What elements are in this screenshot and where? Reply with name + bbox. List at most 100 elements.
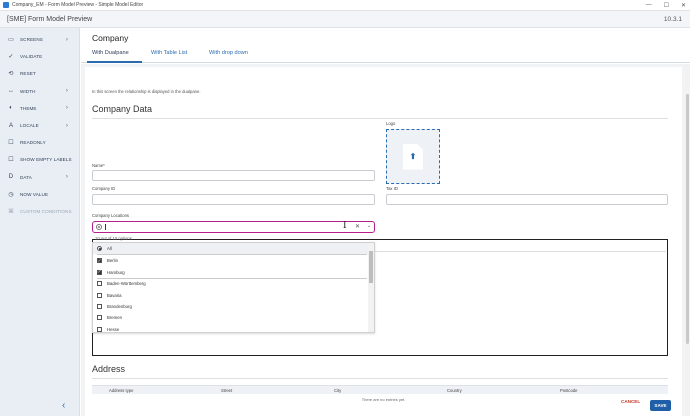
option-label: All (107, 246, 112, 252)
sidebar-item-data[interactable]: D DATA › (0, 169, 79, 186)
check-icon: ✓ (8, 54, 14, 61)
sidebar-item-readonly[interactable]: ☐ READONLY (0, 134, 79, 151)
app-header-title: [SME] Form Model Preview (7, 15, 93, 23)
company-id-label: Company ID (92, 186, 116, 191)
sidebar-item-label: VALIDATE (20, 54, 43, 60)
checkbox-icon: ☐ (8, 157, 14, 164)
company-locations-label: Company Locations (92, 213, 130, 218)
sidebar-item-label: CUSTOM CONDITIONS (20, 208, 72, 214)
sidebar-item-reset[interactable]: ⟲ RESET (0, 65, 79, 82)
sidebar-item-now-value[interactable]: ◷ NOW VALUE (0, 186, 79, 203)
collapse-sidebar-icon[interactable]: ‹ (62, 400, 65, 411)
option-bremen[interactable]: Bremen (93, 312, 369, 323)
version-label: 10.3.1 (663, 15, 682, 23)
logo-upload-dropzone[interactable]: ⬆ (386, 129, 440, 184)
sidebar-item-screens[interactable]: ▭ SCREENS › (0, 31, 79, 48)
app-header: [SME] Form Model Preview 10.3.1 (0, 11, 690, 28)
cancel-button[interactable]: CANCEL (621, 399, 640, 404)
option-label: Bavaria (107, 292, 122, 298)
close-window-button[interactable]: ✕ (681, 2, 686, 9)
dropdown-scroll-thumb[interactable] (369, 251, 373, 283)
clock-icon: ◷ (8, 191, 14, 198)
page-title: Company (92, 33, 129, 43)
column-street[interactable]: Street (221, 388, 232, 393)
logo-label: Logo (386, 121, 396, 126)
app-icon (3, 2, 9, 8)
info-text: In this screen the relationship is displ… (92, 89, 201, 94)
column-city[interactable]: City (334, 388, 341, 393)
sidebar-item-label: READONLY (20, 140, 46, 146)
clear-icon[interactable]: ✕ (355, 223, 360, 230)
locations-dropdown-list: All ✓ Berlin ✓ Hamburg Baden-Württemberg B… (92, 242, 375, 333)
name-field[interactable] (92, 170, 375, 181)
tab-bar: With Dualpane With Table List With drop … (81, 46, 690, 63)
sidebar-item-label: LOCALE (20, 123, 39, 129)
minimize-button[interactable]: — (646, 2, 652, 9)
sidebar-item-show-empty-labels[interactable]: ☐ SHOW EMPTY LABELS (0, 151, 79, 168)
sidebar-item-label: WIDTH (20, 88, 36, 94)
option-berlin[interactable]: ✓ Berlin (93, 255, 369, 266)
option-label: Baden-Württemberg (107, 281, 146, 287)
sidebar-item-label: DATA (20, 174, 32, 180)
sidebar-item-theme[interactable]: ◐ THEME › (0, 100, 79, 117)
width-icon: ↔ (7, 88, 15, 95)
sidebar-item-width[interactable]: ↔ WIDTH › (0, 83, 79, 100)
options-count: 10 out of 10 options (95, 236, 132, 241)
sidebar-item-validate[interactable]: ✓ VALIDATE (0, 48, 79, 65)
form-card: In this screen the relationship is displ… (85, 67, 682, 416)
company-id-field[interactable] (92, 194, 375, 205)
sidebar: ▭ SCREENS › ✓ VALIDATE ⟲ RESET ↔ WIDTH › ◐ THEM… (0, 28, 80, 416)
main-scrollbar[interactable] (685, 64, 690, 416)
section-divider (92, 378, 668, 379)
reset-icon: ⟲ (8, 71, 14, 78)
address-table-header: Address type Street City Country Postcod… (92, 385, 668, 394)
checkbox-icon (97, 292, 102, 298)
option-label: Brandenburg (107, 303, 132, 309)
save-button[interactable]: SAVE (650, 400, 671, 411)
locale-icon: A (8, 122, 14, 129)
dropdown-scrollbar[interactable] (368, 243, 374, 332)
sidebar-item-locale[interactable]: A LOCALE › (0, 117, 79, 134)
data-icon: D (8, 174, 14, 181)
column-country[interactable]: Country (447, 388, 462, 393)
chevron-right-icon: › (65, 88, 68, 95)
option-hamburg[interactable]: ✓ Hamburg (93, 266, 369, 277)
window-title: Company_EM - Form Model Preview - Simple… (12, 2, 144, 8)
checkbox-icon: ☐ (8, 140, 14, 147)
tab-with-dualpane[interactable]: With Dualpane (92, 50, 129, 56)
text-cursor-icon: I (343, 221, 347, 231)
tax-id-field[interactable] (386, 194, 668, 205)
custom-conditions-icon: ⌘ (7, 208, 15, 215)
sidebar-item-custom-conditions: ⌘ CUSTOM CONDITIONS (0, 203, 79, 220)
option-label: Berlin (107, 258, 118, 264)
checkbox-icon (97, 326, 102, 332)
radio-icon (97, 246, 102, 252)
column-address-type[interactable]: Address type (109, 388, 133, 393)
option-label: Hamburg (107, 269, 125, 275)
upload-arrow-icon: ⬆ (409, 152, 417, 161)
checkbox-checked-icon: ✓ (97, 269, 102, 275)
option-all[interactable]: All (93, 243, 369, 255)
sidebar-item-label: SHOW EMPTY LABELS (20, 157, 72, 163)
content-scroll-area: In this screen the relationship is displ… (81, 64, 685, 416)
tab-with-drop-down[interactable]: With drop down (209, 50, 248, 56)
option-bavaria[interactable]: Bavaria (93, 289, 369, 300)
maximize-button[interactable]: ☐ (664, 2, 669, 9)
window-controls: — ☐ ✕ (646, 2, 686, 9)
tab-with-table-list[interactable]: With Table List (151, 50, 187, 56)
chevron-right-icon: › (65, 174, 68, 181)
option-brandenburg[interactable]: Brandenburg (93, 301, 369, 312)
name-label: Name* (92, 163, 105, 168)
option-hesse[interactable]: Hesse (93, 324, 369, 332)
column-postcode[interactable]: Postcode (560, 388, 577, 393)
company-locations-combobox[interactable]: I ✕ ⌄ (92, 221, 375, 233)
window-titlebar: Company_EM - Form Model Preview - Simple… (0, 0, 690, 11)
option-label: Bremen (107, 315, 123, 321)
main-scroll-thumb[interactable] (686, 94, 689, 344)
chevron-right-icon: › (65, 122, 68, 129)
option-baden-wurttemberg[interactable]: Baden-Württemberg (93, 278, 369, 289)
sidebar-item-label: RESET (20, 71, 36, 77)
checkbox-icon (97, 303, 102, 309)
chevron-down-icon[interactable]: ⌄ (367, 223, 371, 229)
file-upload-icon: ⬆ (403, 143, 423, 170)
